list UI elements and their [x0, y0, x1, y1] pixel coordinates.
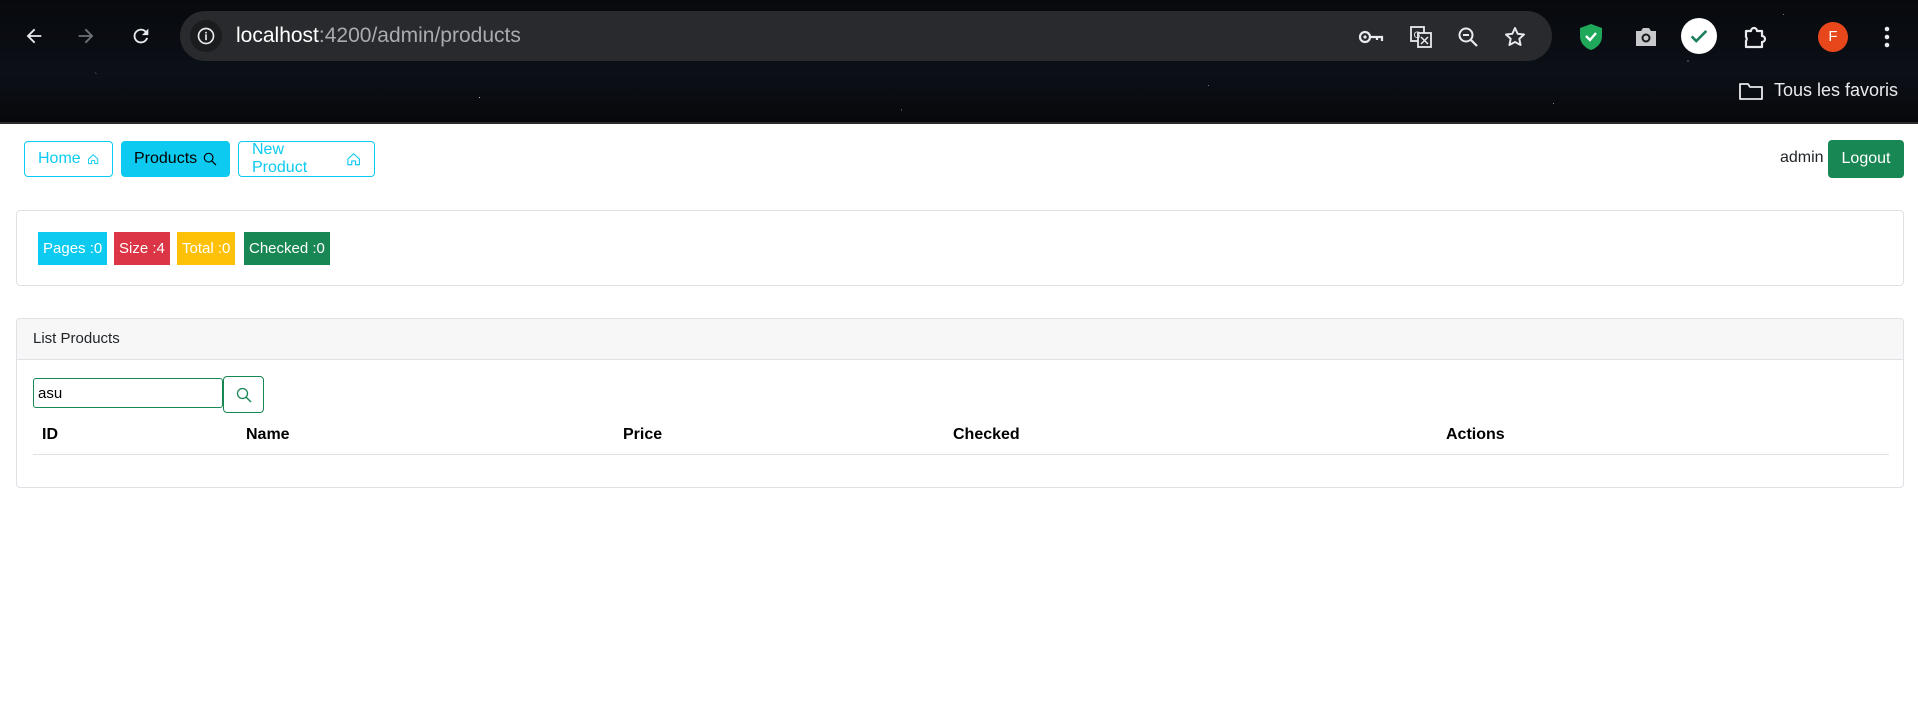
bookmark-button[interactable] — [1502, 24, 1528, 50]
house-icon — [347, 153, 360, 166]
forward-icon — [78, 28, 94, 44]
browser-chrome: localhost:4200/admin/products G F Tous l… — [0, 0, 1918, 124]
check-extension-icon — [1690, 30, 1708, 43]
home-button[interactable]: Home — [24, 141, 113, 177]
camera-extension-icon — [1636, 28, 1656, 46]
folder-icon — [1739, 82, 1763, 100]
svg-text:G: G — [1414, 31, 1421, 41]
total-badge: Total :0 — [177, 232, 236, 265]
checked-badge: Checked :0 — [244, 232, 330, 265]
camera-extension-button[interactable] — [1629, 20, 1663, 54]
password-key-icon — [1358, 30, 1384, 44]
bookmark-star-icon — [1505, 27, 1525, 46]
translate-button[interactable]: G — [1408, 24, 1434, 50]
profile-avatar[interactable]: F — [1818, 22, 1848, 52]
column-header-actions: Actions — [1446, 426, 1505, 443]
shield-extension-button[interactable] — [1574, 20, 1608, 54]
url-path: :4200/admin/products — [318, 24, 521, 47]
stats-card: Pages :0 Size :4 Total :0 Checked :0 — [16, 210, 1904, 286]
column-header-price: Price — [623, 426, 663, 443]
address-bar[interactable]: localhost:4200/admin/products G — [180, 11, 1552, 61]
search-icon — [236, 387, 251, 402]
home-label: Home — [38, 150, 81, 167]
products-button[interactable]: Products — [121, 141, 230, 177]
card-header: List Products — [17, 319, 1903, 360]
site-info-icon — [197, 27, 215, 45]
search-input[interactable] — [33, 378, 223, 408]
all-bookmarks-label: Tous les favoris — [1773, 80, 1898, 100]
translate-icon: G — [1410, 26, 1432, 48]
url-text[interactable]: localhost:4200/admin/products — [236, 23, 521, 49]
extensions-button[interactable] — [1738, 20, 1772, 54]
search-button[interactable] — [223, 376, 264, 413]
list-products-card: List Products ID Name Price Checked Acti… — [16, 318, 1904, 488]
products-label: Products — [134, 150, 198, 167]
column-header-checked: Checked — [953, 426, 1020, 443]
table-header-divider — [33, 454, 1889, 455]
extensions-puzzle-icon — [1744, 26, 1767, 49]
username: admin — [1780, 149, 1824, 166]
size-badge: Size :4 — [114, 232, 170, 265]
pages-badge: Pages :0 — [38, 232, 108, 265]
forward-button[interactable] — [70, 20, 102, 52]
zoom-button[interactable] — [1455, 24, 1481, 50]
back-button[interactable] — [18, 20, 50, 52]
logout-button[interactable]: Logout — [1828, 140, 1904, 178]
browser-menu-button[interactable] — [1870, 20, 1904, 54]
house-icon — [87, 154, 98, 165]
new-product-button[interactable]: New Product — [238, 141, 375, 177]
shield-extension-icon — [1580, 24, 1602, 50]
password-key-button[interactable] — [1358, 24, 1384, 50]
reload-button[interactable] — [125, 20, 157, 52]
reload-icon — [133, 28, 149, 44]
back-icon — [26, 28, 42, 44]
all-bookmarks[interactable]: Tous les favoris — [1738, 80, 1898, 101]
new-product-label: New Product — [252, 141, 308, 176]
kebab-menu-icon — [1884, 26, 1890, 48]
check-extension-button[interactable] — [1681, 18, 1717, 54]
search-icon — [203, 152, 217, 166]
zoom-out-icon — [1458, 27, 1478, 47]
column-header-id: ID — [42, 426, 58, 443]
column-header-name: Name — [246, 426, 290, 443]
url-host: localhost — [236, 24, 319, 47]
site-info-button[interactable] — [190, 20, 222, 52]
